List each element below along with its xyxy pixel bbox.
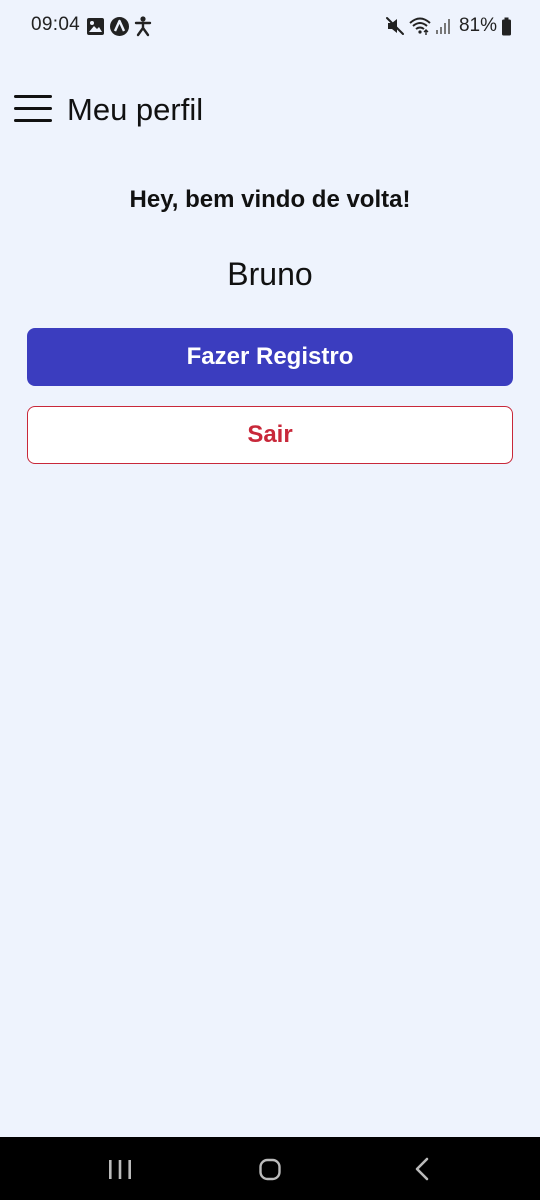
hamburger-menu-icon[interactable]: [14, 95, 52, 125]
status-time: 09:04: [31, 14, 81, 35]
logout-button[interactable]: Sair: [27, 406, 513, 464]
signal-icon: [435, 19, 450, 34]
page-title: Meu perfil: [67, 92, 204, 127]
user-name: Bruno: [227, 256, 313, 292]
status-left-icons: [86, 15, 152, 37]
battery-level: 81%: [458, 15, 497, 36]
image-icon: [87, 17, 104, 35]
recent-apps-icon[interactable]: [90, 1151, 150, 1187]
back-icon[interactable]: [392, 1151, 452, 1187]
register-button[interactable]: Fazer Registro: [27, 328, 513, 386]
app-header: Meu perfil: [0, 85, 540, 135]
status-bar: 09:04 81%: [0, 0, 540, 52]
battery-icon: [502, 17, 511, 35]
mute-icon: [385, 17, 404, 35]
home-icon[interactable]: [240, 1151, 300, 1187]
wifi-icon: [409, 17, 431, 35]
system-nav-bar: [0, 1137, 540, 1200]
status-right-icons: 81%: [385, 14, 512, 38]
app-icon: [110, 16, 129, 36]
accessibility-icon: [134, 15, 152, 36]
greeting-text: Hey, bem vindo de volta!: [129, 186, 411, 213]
